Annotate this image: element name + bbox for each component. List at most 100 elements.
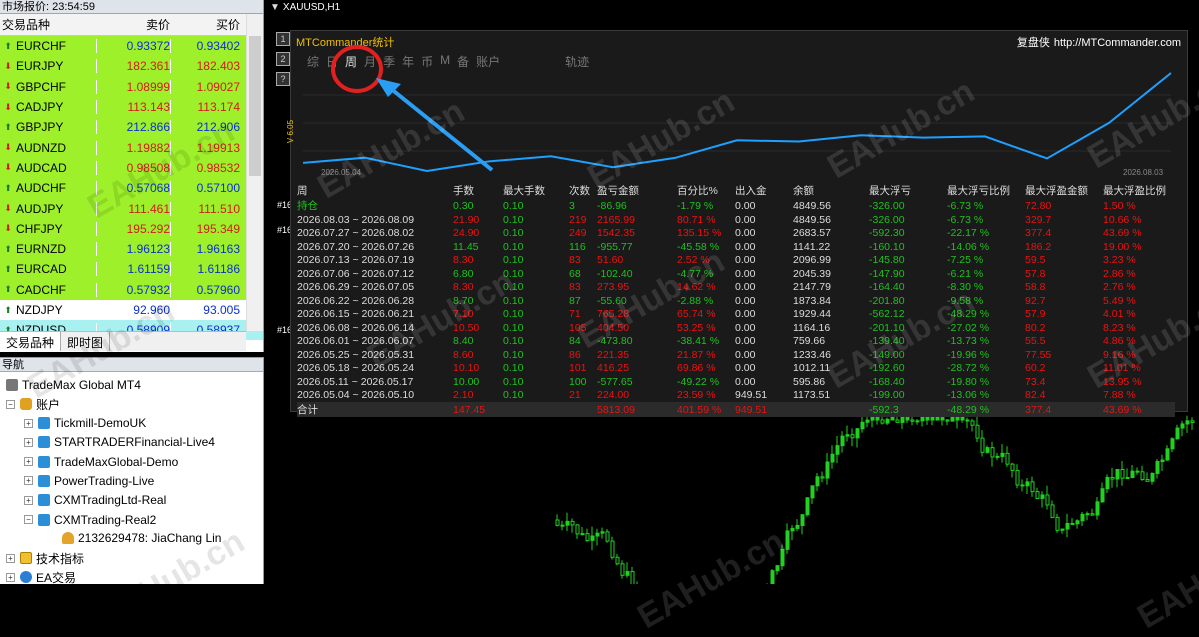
nav-ea[interactable]: + EA交易 bbox=[6, 568, 76, 586]
table-row: 2026.05.18 ~ 2026.05.24 10.10 0.10 101 416.2… bbox=[297, 362, 1175, 376]
table-cell: 55.5 bbox=[1025, 335, 1046, 348]
table-header-cell[interactable]: 最大浮亏 bbox=[869, 182, 947, 198]
table-cell bbox=[503, 402, 569, 417]
table-header-cell[interactable]: 最大手数 bbox=[503, 182, 569, 198]
nav-server-item[interactable]: + CXMTradingLtd-Real bbox=[24, 491, 166, 509]
expand-icon[interactable]: + bbox=[6, 572, 15, 582]
candle-body bbox=[1025, 481, 1030, 487]
nav-server-item[interactable]: + TradeMaxGlobal-Demo bbox=[24, 453, 178, 471]
scrollbar-thumb[interactable] bbox=[249, 36, 261, 176]
table-cell: 0.00 bbox=[735, 348, 756, 361]
table-cell: 72.80 bbox=[1025, 199, 1052, 212]
table-cell: -19.96 % bbox=[947, 348, 990, 361]
table-cell: -6.73 % bbox=[947, 199, 984, 212]
market-watch-row[interactable]: ⬇ EURJPY 182.361 182.403 bbox=[0, 56, 263, 77]
table-cell: 68 bbox=[569, 267, 581, 280]
ask-value: 0.57960 bbox=[170, 282, 244, 297]
candle-body bbox=[1045, 494, 1050, 506]
table-cell: -577.65 bbox=[597, 375, 633, 388]
site-link[interactable]: 复盘侠 http://MTCommander.com bbox=[1017, 34, 1181, 50]
candle-body bbox=[620, 563, 625, 576]
server-icon bbox=[38, 455, 50, 468]
expand-icon[interactable]: + bbox=[24, 476, 33, 486]
table-cell: 3.23 % bbox=[1103, 254, 1136, 267]
expand-icon[interactable]: + bbox=[24, 418, 33, 428]
table-cell: 51.60 bbox=[597, 254, 624, 267]
nav-server-item[interactable]: − CXMTrading-Real2 bbox=[24, 511, 156, 529]
symbol-name: NZDJPY bbox=[16, 303, 63, 317]
nav-server-item[interactable]: + STARTRADERFinancial-Live4 bbox=[24, 433, 215, 451]
table-header-cell[interactable]: 手数 bbox=[453, 182, 503, 198]
col-bid-header[interactable]: 卖价 bbox=[96, 16, 170, 33]
table-cell: 21.90 bbox=[453, 213, 480, 226]
symbol-name: EURCAD bbox=[16, 262, 67, 277]
candle-body bbox=[600, 531, 605, 534]
nav-indicators[interactable]: + 技术指标 bbox=[6, 549, 84, 567]
panel-button-2[interactable]: 2 bbox=[276, 52, 290, 66]
version-label: V 6.05 bbox=[286, 119, 296, 144]
table-cell: 401.59 % bbox=[677, 402, 735, 417]
ask-value: 1.61186 bbox=[170, 262, 244, 277]
table-header-cell[interactable]: 最大浮盈比例 bbox=[1103, 182, 1175, 198]
market-watch-row[interactable]: ⬆ EURCHF 0.93372 0.93402 bbox=[0, 36, 263, 57]
candle-body bbox=[1100, 488, 1105, 503]
symbol-cell: ⬆ CADCHF bbox=[0, 283, 96, 297]
nav-server-item[interactable]: + Tickmill-DemoUK bbox=[24, 414, 146, 432]
expand-icon[interactable]: − bbox=[24, 515, 33, 524]
symbol-name: AUDCAD bbox=[16, 160, 67, 175]
expand-icon[interactable]: + bbox=[24, 495, 33, 505]
candle-body bbox=[555, 519, 560, 526]
market-watch-row[interactable]: ⬇ GBPCHF 1.08999 1.09027 bbox=[0, 76, 263, 97]
market-watch-row[interactable]: ⬆ EURCAD 1.61159 1.61186 bbox=[0, 259, 263, 280]
table-cell: 1173.51 bbox=[793, 389, 831, 402]
candle-body bbox=[1110, 476, 1115, 480]
table-cell: 0.10 bbox=[503, 308, 524, 321]
table-cell: -86.96 bbox=[597, 199, 627, 212]
table-header-cell[interactable]: 余额 bbox=[793, 182, 869, 198]
table-cell: 83 bbox=[569, 281, 581, 294]
expand-icon[interactable]: + bbox=[6, 553, 15, 563]
candle-body bbox=[775, 565, 780, 572]
table-cell: -199.00 bbox=[869, 389, 905, 402]
arrow-down-icon: ⬇ bbox=[4, 60, 12, 71]
market-watch-scrollbar[interactable] bbox=[246, 14, 263, 331]
table-cell: 101 bbox=[569, 362, 587, 375]
table-cell: 1.50 % bbox=[1103, 199, 1136, 212]
candle-body bbox=[770, 570, 775, 584]
ask-value: 111.510 bbox=[170, 201, 244, 216]
col-symbol-header[interactable]: 交易品种 bbox=[0, 16, 96, 33]
expand-icon[interactable]: + bbox=[24, 457, 33, 467]
site-url[interactable]: http://MTCommander.com bbox=[1054, 37, 1181, 49]
table-cell: -326.00 bbox=[869, 199, 905, 212]
table-cell: 377.4 bbox=[1025, 227, 1052, 240]
server-icon bbox=[38, 494, 50, 507]
table-cell: 82.4 bbox=[1025, 389, 1046, 402]
table-cell: 2026.07.27 ~ 2026.08.02 bbox=[297, 227, 415, 240]
collapse-icon[interactable]: − bbox=[6, 399, 15, 409]
nav-server-item[interactable]: + PowerTrading-Live bbox=[24, 472, 154, 490]
candle-body bbox=[1185, 420, 1190, 425]
tab-symbols[interactable]: 交易品种 bbox=[0, 332, 62, 351]
table-header-cell[interactable]: 最大浮盈金额 bbox=[1025, 182, 1103, 198]
symbol-cell: ⬇ CADJPY bbox=[0, 100, 96, 114]
candle-body bbox=[1095, 501, 1100, 516]
nav-server-label: CXMTradingLtd-Real bbox=[54, 493, 167, 508]
table-cell: -7.25 % bbox=[947, 254, 984, 267]
expand-icon[interactable]: + bbox=[24, 437, 33, 447]
table-header-cell[interactable]: 百分比% bbox=[677, 182, 735, 198]
nav-ea-label: EA交易 bbox=[36, 570, 77, 585]
table-cell: 0.00 bbox=[735, 254, 756, 267]
market-watch-row[interactable]: ⬇ CHFJPY 195.292 195.349 bbox=[0, 218, 263, 239]
table-header-cell[interactable]: 出入金 bbox=[735, 182, 793, 198]
table-cell: 43.69 % bbox=[1103, 402, 1175, 417]
help-button[interactable]: ? bbox=[276, 72, 290, 86]
candle-body bbox=[1015, 469, 1020, 486]
col-ask-header[interactable]: 买价 bbox=[170, 16, 244, 33]
panel-button-1[interactable]: 1 bbox=[276, 32, 290, 46]
table-cell: 224.00 bbox=[597, 389, 630, 402]
table-cell: 186.2 bbox=[1025, 240, 1052, 253]
market-watch-row[interactable]: ⬆ EURNZD 1.96123 1.96163 bbox=[0, 238, 263, 260]
dropdown-triangle-icon[interactable]: ▼ bbox=[270, 2, 280, 13]
market-watch-row[interactable]: ⬆ CADCHF 0.57932 0.57960 bbox=[0, 279, 263, 300]
table-header-cell[interactable]: 最大浮亏比例 bbox=[947, 182, 1025, 198]
